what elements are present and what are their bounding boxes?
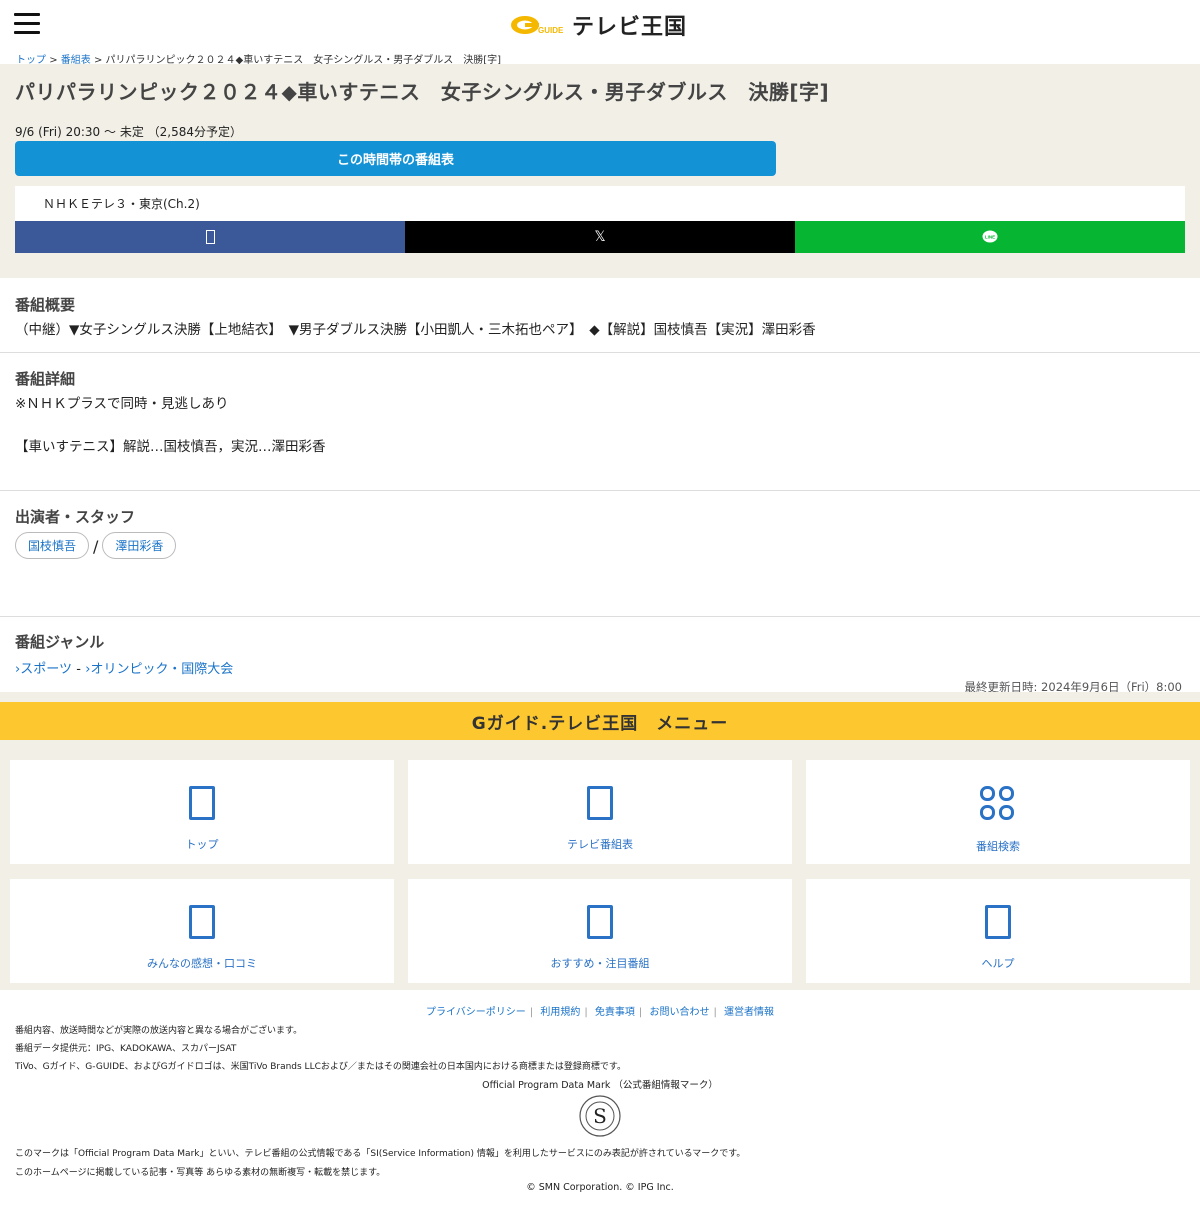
opdm-note: このマークは「Official Program Data Mark」といい、テレ… xyxy=(15,1149,746,1159)
facebook-icon xyxy=(205,230,215,244)
menu-item-tv-guide[interactable]: テレビ番組表 xyxy=(408,760,792,864)
genre-link-sports[interactable]: スポーツ xyxy=(20,662,72,677)
menu-item-label: テレビ番組表 xyxy=(567,838,633,851)
gguide-logo-icon: GUIDE xyxy=(511,16,564,35)
menu-item-recommend[interactable]: おすすめ・注目番組 xyxy=(408,879,792,983)
program-title: パリパラリンピック２０２４◆車いすテニス 女子シングルス・男子ダブルス 決勝[字… xyxy=(15,80,830,104)
footer-link-operator[interactable]: 運営者情報 xyxy=(724,1007,774,1018)
home-icon xyxy=(189,786,215,820)
footer-link-privacy[interactable]: プライバシーポリシー xyxy=(426,1007,526,1018)
opdm-label: Official Program Data Mark （公式番組情報マーク） xyxy=(482,1080,718,1091)
recommend-icon xyxy=(587,905,613,939)
timetable-button[interactable]: この時間帯の番組表 xyxy=(15,141,776,176)
site-logo[interactable]: GUIDE テレビ王国 xyxy=(510,10,687,40)
summary-title: 番組概要 xyxy=(15,296,76,314)
footer-note-3: TiVo、Gガイド、G-GUIDE、およびGガイドロゴは、米国TiVo Bran… xyxy=(15,1062,626,1072)
menu-item-label: おすすめ・注目番組 xyxy=(550,957,650,970)
details-title: 番組詳細 xyxy=(15,370,76,388)
footer-link-disclaimer[interactable]: 免責事項 xyxy=(595,1007,635,1018)
cast-chip[interactable]: 国枝慎吾 xyxy=(15,532,90,559)
summary-section: 番組概要 （中継）▼女子シングルス決勝【上地結衣】 ▼男子ダブルス決勝【小田凱人… xyxy=(0,278,1200,353)
copyright: © SMN Corporation. © IPG Inc. xyxy=(526,1182,674,1193)
tv-guide-icon xyxy=(587,786,613,820)
genre-separator: - xyxy=(76,662,81,677)
details-section: 番組詳細 ※ＮＨＫプラスで同時・見逃しあり 【車いすテニス】解説…国枝慎吾，実況… xyxy=(0,353,1200,491)
details-line-2: 【車いすテニス】解説…国枝慎吾，実況…澤田彩香 xyxy=(15,439,326,455)
footer-link-contact[interactable]: お問い合わせ xyxy=(649,1007,709,1018)
menu-item-label: トップ xyxy=(185,838,219,851)
official-program-data-mark-icon: S xyxy=(579,1095,621,1137)
facebook-share-button[interactable] xyxy=(15,221,405,253)
search-grid-icon xyxy=(980,786,1016,822)
site-header: GUIDE テレビ王国 xyxy=(0,0,1200,50)
cast-section: 出演者・スタッフ 国枝慎吾 / 澤田彩香 xyxy=(0,491,1200,617)
footer-note-1: 番組内容、放送時間などが実際の放送内容と異なる場合がございます。 xyxy=(15,1026,303,1036)
cast-separator: / xyxy=(93,536,99,556)
program-header: パリパラリンピック２０２４◆車いすテニス 女子シングルス・男子ダブルス 決勝[字… xyxy=(0,64,1200,278)
menu-item-search[interactable]: 番組検索 xyxy=(806,760,1190,864)
program-time: 9/6 (Fri) 20:30 〜 未定 （2,584分予定） xyxy=(15,125,242,139)
genre-title: 番組ジャンル xyxy=(15,633,105,651)
hamburger-menu-icon[interactable] xyxy=(14,13,40,35)
copy-note: このホームページに掲載している記事・写真等 あらゆる素材の無断複写・転載を禁じま… xyxy=(15,1168,386,1178)
comment-icon xyxy=(189,905,215,939)
footer-links: プライバシーポリシー | 利用規約 | 免責事項 | お問い合わせ | 運営者情報 xyxy=(425,1007,775,1018)
menu-item-help[interactable]: ヘルプ xyxy=(806,879,1190,983)
summary-text: （中継）▼女子シングルス決勝【上地結衣】 ▼男子ダブルス決勝【小田凱人・三木拓也… xyxy=(15,322,816,338)
menu-item-label: ヘルプ xyxy=(981,957,1015,970)
genre-link-olympics[interactable]: オリンピック・国際大会 xyxy=(90,662,233,677)
help-icon xyxy=(985,905,1011,939)
line-icon-text: LINE xyxy=(985,235,995,240)
line-icon: LINE xyxy=(982,230,998,243)
menu-title: Gガイド.テレビ王国 メニュー xyxy=(0,702,1200,740)
cast-list: 国枝慎吾 / 澤田彩香 xyxy=(15,532,177,559)
channel-name: ＮＨＫＥテレ３・東京(Ch.2) xyxy=(15,186,1185,221)
menu-item-label: 番組検索 xyxy=(976,840,1020,853)
share-buttons: 𝕏 LINE xyxy=(15,221,1185,253)
line-share-button[interactable]: LINE xyxy=(795,221,1185,253)
menu-item-reviews[interactable]: みんなの感想・口コミ xyxy=(10,879,394,983)
cast-title: 出演者・スタッフ xyxy=(15,508,136,526)
site-menu: Gガイド.テレビ王国 メニュー トップ テレビ番組表 番組検索 みんなの感想・口… xyxy=(0,692,1200,990)
x-icon: 𝕏 xyxy=(594,229,606,245)
logo-sub-text: GUIDE xyxy=(538,26,564,35)
logo-text: テレビ王国 xyxy=(572,15,688,40)
genre-list: ›スポーツ - ›オリンピック・国際大会 xyxy=(15,658,233,677)
cast-chip[interactable]: 澤田彩香 xyxy=(102,532,177,559)
menu-item-top[interactable]: トップ xyxy=(10,760,394,864)
x-share-button[interactable]: 𝕏 xyxy=(405,221,795,253)
footer-link-terms[interactable]: 利用規約 xyxy=(540,1007,580,1018)
svg-text:S: S xyxy=(593,1104,607,1128)
details-line-1: ※ＮＨＫプラスで同時・見逃しあり xyxy=(15,396,229,412)
menu-item-label: みんなの感想・口コミ xyxy=(147,957,257,970)
footer-note-2: 番組データ提供元：IPG、KADOKAWA、スカパーJSAT xyxy=(15,1044,237,1054)
